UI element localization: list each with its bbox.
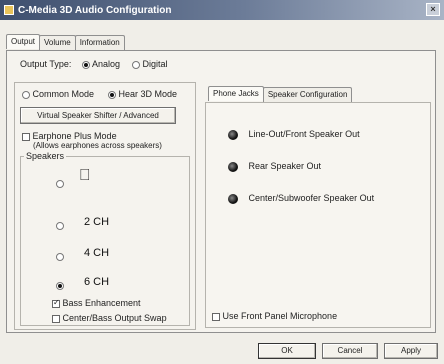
title-bar: C-Media 3D Audio Configuration ×	[0, 0, 444, 20]
2ch-label: 2 CH	[84, 216, 110, 228]
bass-enhancement[interactable]: Bass Enhancement	[52, 298, 141, 308]
bass-label: Bass Enhancement	[62, 298, 141, 308]
tab-phone-jacks[interactable]: Phone Jacks	[208, 86, 264, 101]
tab-volume[interactable]: Volume	[39, 35, 76, 50]
front-mic-checkbox[interactable]	[212, 312, 220, 321]
jack-front: Line-Out/Front Speaker Out	[228, 129, 360, 140]
tab-information[interactable]: Information	[74, 35, 125, 50]
analog-radio[interactable]	[82, 60, 90, 69]
speaker-option-2ch[interactable]	[56, 220, 64, 230]
ok-button[interactable]: OK	[258, 343, 316, 359]
headphone-icon: ⎕	[80, 167, 90, 184]
jack-rear-label: Rear Speaker Out	[248, 161, 322, 171]
jack-center-icon	[228, 193, 238, 204]
center-bass-swap[interactable]: Center/Bass Output Swap	[52, 313, 167, 323]
2ch-radio[interactable]	[56, 221, 64, 230]
jack-rear-icon	[228, 161, 238, 172]
jack-center: Center/Subwoofer Speaker Out	[228, 193, 374, 204]
jack-front-label: Line-Out/Front Speaker Out	[248, 129, 360, 139]
tab-output[interactable]: Output	[6, 34, 41, 49]
output-type-label: Output Type:	[20, 59, 72, 69]
headphone-radio[interactable]	[56, 179, 64, 188]
output-type-analog[interactable]: Analog	[82, 59, 120, 69]
output-type-digital[interactable]: Digital	[132, 59, 168, 69]
speaker-option-6ch[interactable]	[56, 280, 64, 290]
4ch-radio[interactable]	[56, 252, 64, 261]
hear3d-mode-label: Hear 3D Mode	[118, 89, 178, 99]
speakers-group-label: Speakers	[24, 151, 67, 161]
swap-checkbox[interactable]	[52, 314, 60, 323]
jack-rear: Rear Speaker Out	[228, 161, 321, 172]
close-button[interactable]: ×	[426, 3, 440, 16]
mode-common[interactable]: Common Mode	[22, 89, 94, 99]
digital-radio[interactable]	[132, 60, 140, 69]
cancel-button[interactable]: Cancel	[322, 343, 378, 359]
speaker-option-headphone[interactable]	[56, 178, 64, 188]
right-tabs: Phone Jacks Speaker Configuration	[208, 86, 353, 102]
earphone-plus[interactable]: Earphone Plus Mode	[22, 131, 117, 141]
window-title: C-Media 3D Audio Configuration	[18, 4, 172, 16]
mode-hear3d[interactable]: Hear 3D Mode	[108, 89, 177, 99]
earphone-label: Earphone Plus Mode	[32, 131, 117, 141]
analog-label: Analog	[92, 59, 121, 69]
digital-label: Digital	[142, 59, 168, 69]
virtual-speaker-button[interactable]: Virtual Speaker Shifter / Advanced	[20, 107, 176, 124]
earphone-sublabel: (Allows earphones across speakers)	[33, 141, 162, 150]
front-mic-label: Use Front Panel Microphone	[222, 311, 338, 321]
front-panel-mic[interactable]: Use Front Panel Microphone	[212, 311, 337, 321]
6ch-label: 6 CH	[84, 276, 110, 288]
app-icon	[4, 5, 14, 15]
hear3d-mode-radio[interactable]	[108, 90, 116, 99]
4ch-label: 4 CH	[84, 247, 110, 259]
bass-checkbox[interactable]	[52, 298, 60, 308]
tab-speaker-configuration[interactable]: Speaker Configuration	[262, 87, 353, 102]
common-mode-label: Common Mode	[32, 89, 95, 99]
main-tabs: Output Volume Information	[6, 34, 125, 50]
jack-front-icon	[228, 129, 238, 140]
common-mode-radio[interactable]	[22, 90, 30, 99]
jack-center-label: Center/Subwoofer Speaker Out	[248, 193, 375, 203]
earphone-checkbox[interactable]	[22, 132, 30, 141]
swap-label: Center/Bass Output Swap	[62, 313, 167, 323]
speaker-option-4ch[interactable]	[56, 251, 64, 261]
6ch-radio[interactable]	[56, 281, 64, 290]
apply-button[interactable]: Apply	[384, 343, 438, 359]
